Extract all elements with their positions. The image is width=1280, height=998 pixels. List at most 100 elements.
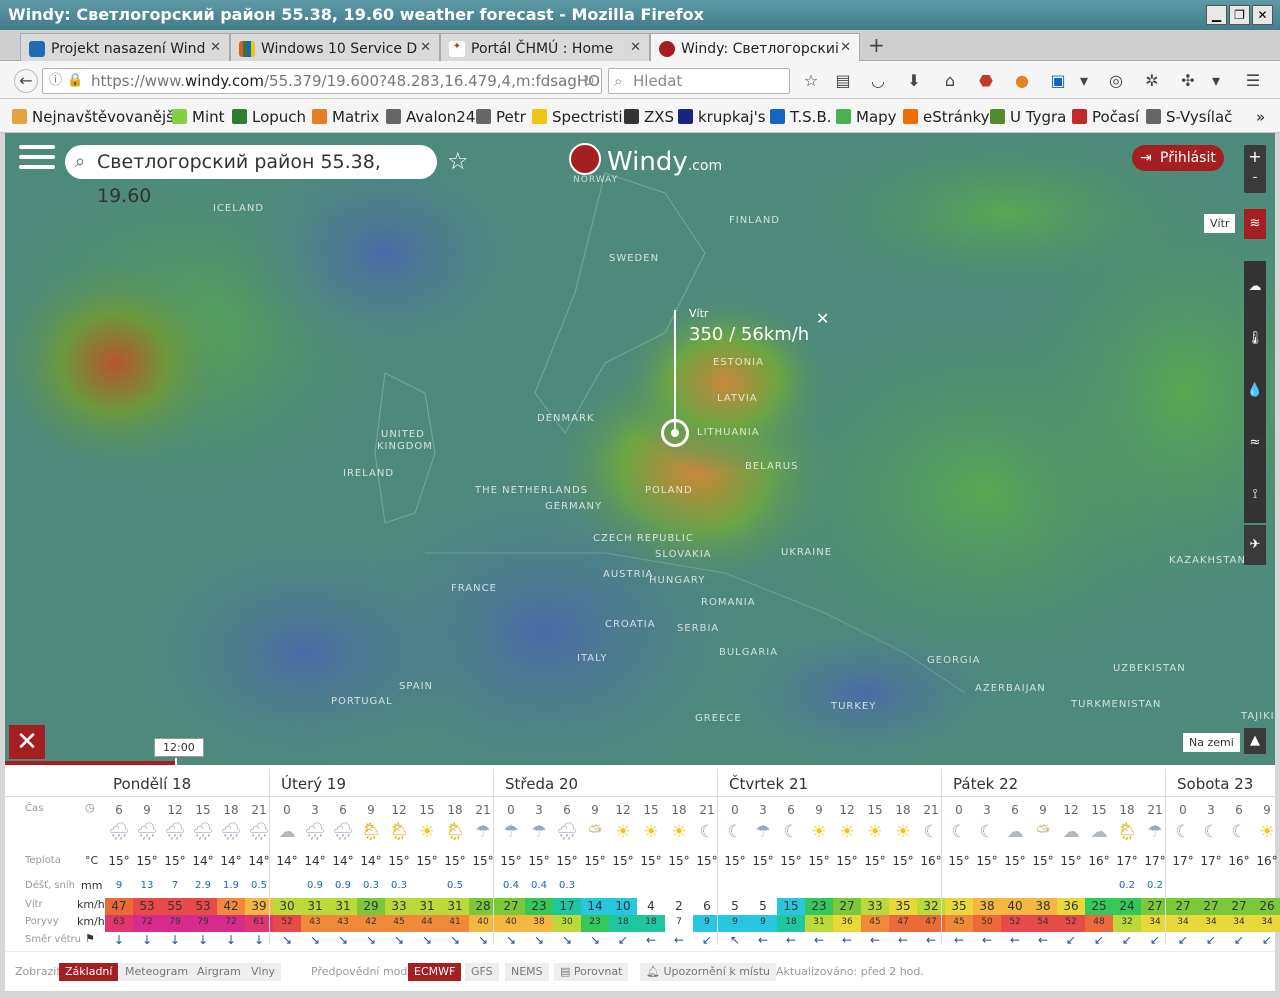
gear-icon[interactable]: ✲: [1141, 70, 1163, 92]
bookmark-star-icon[interactable]: ☆: [800, 70, 822, 92]
waves-layer-icon[interactable]: ≈: [1244, 417, 1266, 469]
wind-cell: 35: [895, 899, 911, 913]
tab-close-icon[interactable]: ✕: [840, 40, 851, 55]
adblock-icon[interactable]: ⬣: [975, 70, 997, 92]
new-tab-button[interactable]: +: [868, 33, 885, 57]
bookmark-item[interactable]: ZXS: [624, 108, 674, 126]
temp-cell: 15°: [892, 854, 914, 868]
login-button[interactable]: ⇥ Přihlásit: [1132, 145, 1224, 171]
day-label[interactable]: Středa 20: [505, 775, 578, 793]
bookmark-favicon-icon: [836, 109, 851, 124]
airgram-button[interactable]: Airgram: [191, 963, 247, 981]
globe-icon[interactable]: ◎: [1105, 70, 1127, 92]
rain-cell: 0.4: [531, 880, 547, 891]
day-label[interactable]: Úterý 19: [281, 775, 346, 793]
hour-cell: 18: [895, 803, 911, 817]
day-label[interactable]: Pondělí 18: [113, 775, 191, 793]
bookmark-item[interactable]: Spectristi: [532, 108, 623, 126]
tab-chmu[interactable]: ✦ Portál ČHMÚ : Home ✕: [440, 33, 650, 61]
temp-cell: 15°: [976, 854, 998, 868]
bookmark-item[interactable]: S-Vysílač: [1146, 108, 1232, 126]
model-ecmwf-button[interactable]: ECMWF: [408, 963, 462, 981]
info-icon[interactable]: ⓘ: [49, 69, 62, 93]
location-marker-icon[interactable]: [661, 419, 689, 447]
temperature-layer-icon[interactable]: 🌡: [1244, 313, 1266, 365]
gust-cell: 79: [169, 917, 181, 927]
bookmark-item[interactable]: Mapy: [836, 108, 897, 126]
favorite-star-icon[interactable]: ☆: [447, 147, 469, 175]
extension-bug-icon[interactable]: ✣: [1177, 70, 1199, 92]
bookmark-item[interactable]: Petr: [476, 108, 526, 126]
bookmark-item[interactable]: T.S.B.: [770, 108, 832, 126]
bookmark-item[interactable]: Matrix: [312, 108, 379, 126]
mountain-icon[interactable]: ▲: [1244, 728, 1266, 754]
tab-windy[interactable]: Windy: Светлогорскиі ✕: [650, 33, 860, 62]
wind-dir-icon: ↓: [169, 933, 181, 947]
tab-close-icon[interactable]: ✕: [630, 40, 641, 55]
reload-icon[interactable]: ↻: [582, 69, 595, 93]
tab-windows10[interactable]: Windows 10 Service D ✕: [230, 33, 440, 61]
back-button[interactable]: ←: [14, 69, 38, 93]
pocket-icon[interactable]: ◡: [867, 70, 889, 92]
reading-list-icon[interactable]: ▤: [832, 70, 854, 92]
compare-button[interactable]: ▤ Porovnat: [554, 963, 629, 981]
close-forecast-button[interactable]: ✕: [9, 725, 45, 759]
url-bar[interactable]: ⓘ 🔒 https://www.windy.com/55.379/19.600?…: [42, 68, 602, 94]
day-label[interactable]: Čtvrtek 21: [729, 775, 808, 793]
weather-sun-icon: ☀︎: [867, 822, 883, 842]
dropdown-icon[interactable]: ▾: [1073, 70, 1095, 92]
wind-dir-icon: ↙: [617, 933, 629, 947]
tab-close-icon[interactable]: ✕: [210, 40, 221, 55]
minimize-button[interactable]: ▁: [1206, 5, 1227, 25]
close-window-button[interactable]: ✕: [1252, 5, 1273, 25]
timeline-cursor[interactable]: [175, 758, 177, 765]
bookmark-item[interactable]: eStránky: [903, 108, 990, 126]
bookmark-item[interactable]: Avalon24: [386, 108, 475, 126]
windy-favicon-icon: [659, 41, 675, 57]
waves-button[interactable]: Vlny: [245, 963, 282, 981]
download-icon[interactable]: ⬇: [903, 70, 925, 92]
model-nems-button[interactable]: NEMS: [505, 963, 549, 981]
weather-sunrain-icon: 🌦︎: [388, 822, 410, 842]
home-icon[interactable]: ⌂: [939, 70, 961, 92]
rain-layer-icon[interactable]: 💧: [1244, 365, 1266, 417]
tab-close-icon[interactable]: ✕: [420, 40, 431, 55]
news-icon[interactable]: ▣: [1047, 70, 1069, 92]
more-bookmarks-icon[interactable]: »: [1256, 108, 1265, 126]
bookmark-item[interactable]: krupkaj's: [678, 108, 766, 126]
wind-dir-icon: ↙: [1065, 933, 1077, 947]
bookmark-item[interactable]: Mint: [172, 108, 225, 126]
location-search-input[interactable]: ⌕ Светлогорский район 55.38, 19.60: [65, 145, 437, 207]
tab-projekt[interactable]: Projekt nasazení Wind ✕: [20, 33, 230, 61]
cloud-layer-icon[interactable]: ☁: [1244, 261, 1266, 313]
zoom-out-button[interactable]: -: [1244, 169, 1266, 189]
main-menu-button[interactable]: [19, 145, 55, 173]
browser-search-input[interactable]: ⌕ Hledat: [608, 68, 790, 94]
meteogram-button[interactable]: Meteogram: [119, 963, 195, 981]
airplane-icon[interactable]: ✈: [1244, 525, 1266, 565]
tab-bar: Projekt nasazení Wind ✕ Windows 10 Servi…: [0, 30, 1280, 62]
zoom-in-button[interactable]: +: [1244, 145, 1266, 169]
basic-view-button[interactable]: Základní: [59, 963, 119, 981]
day-label[interactable]: Pátek 22: [953, 775, 1018, 793]
url-domain: windy.com: [184, 72, 264, 90]
popup-close-icon[interactable]: ✕: [816, 309, 829, 328]
menu-icon[interactable]: ☰: [1242, 70, 1264, 92]
wind-cell: 4: [647, 899, 655, 913]
pressure-layer-icon[interactable]: ⟟: [1244, 469, 1266, 521]
location-alert-button[interactable]: 🔔︎ Upozornění k místu: [640, 963, 776, 981]
maximize-button[interactable]: ❐: [1229, 5, 1250, 25]
bookmark-item[interactable]: Počasí: [1072, 108, 1139, 126]
model-gfs-button[interactable]: GFS: [465, 963, 499, 981]
extension-icon[interactable]: ●: [1011, 70, 1033, 92]
bookmark-favicon-icon: [172, 109, 187, 124]
bookmark-item[interactable]: Lopuch: [232, 108, 306, 126]
weather-map[interactable]: ⌕ Светлогорский район 55.38, 19.60 ☆ Win…: [5, 133, 1275, 765]
bookmark-item[interactable]: U Tygra: [990, 108, 1066, 126]
bookmark-item[interactable]: Nejnavštěvovanější: [12, 108, 178, 126]
hour-cell: 12: [615, 803, 631, 817]
dropdown-icon[interactable]: ▾: [1205, 70, 1227, 92]
bookmark-label: Mapy: [856, 108, 897, 126]
day-label[interactable]: Sobota 23: [1177, 775, 1253, 793]
layer-wind-button[interactable]: ≋: [1244, 209, 1266, 239]
